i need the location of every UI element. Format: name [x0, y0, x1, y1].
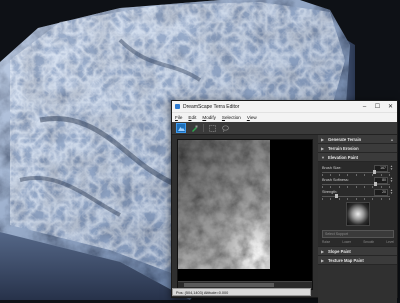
expand-icon: ▶ [321, 136, 325, 142]
chevron-up-icon[interactable]: ▲ [390, 137, 394, 142]
heightmap-canvas[interactable] [177, 139, 313, 290]
expand-icon: ▶ [321, 145, 325, 151]
maximize-button[interactable]: ☐ [371, 101, 384, 112]
elevation-paint-options: Brush Size: 167 ▲ ▼ Brush Softness: 80 ▲ ▼… [318, 162, 397, 247]
toolbar [172, 122, 397, 135]
rollout-terrain-erosion[interactable]: ▶ Terrain Erosion [318, 144, 397, 153]
brush-preview[interactable] [346, 202, 370, 226]
rollout-texture-map-paint[interactable]: ▶ Texture Map Paint [318, 256, 397, 265]
spinner-icon[interactable]: ▲ ▼ [390, 177, 393, 183]
strength-row: Strength: 20 ▲ ▼ [322, 188, 394, 200]
app-icon [175, 104, 180, 109]
rollout-label: Slope Paint [328, 248, 351, 254]
toolbar-separator [203, 124, 204, 132]
brush-softness-label: Brush Softness: [322, 178, 349, 182]
menu-view[interactable]: View [247, 115, 257, 120]
brush-tool-icon[interactable] [190, 124, 199, 133]
select-rectangle-icon[interactable] [208, 124, 217, 133]
close-button[interactable]: ✕ [384, 101, 397, 112]
heightmap-image[interactable] [178, 140, 270, 269]
collapse-icon: ▼ [321, 154, 325, 160]
brush-softness-row: Brush Softness: 80 ▲ ▼ [322, 176, 394, 188]
brush-size-label: Brush Size: [322, 166, 342, 170]
brush-mode-raise[interactable]: Raise [322, 240, 330, 244]
status-bar: Pos: (504,1403) Altitude=0.000 [172, 288, 311, 296]
menu-bar: File Edit Modify Selection View [172, 112, 397, 122]
panel-empty-area [318, 265, 397, 303]
brush-softness-slider[interactable] [322, 182, 390, 186]
expand-icon: ▶ [321, 248, 325, 254]
menu-modify[interactable]: Modify [202, 115, 216, 120]
rollout-label: Texture Map Paint [328, 257, 364, 263]
tool-panel: ▶ Generate Terrain ▲ ▶ Terrain Erosion ▼… [318, 135, 397, 303]
rollout-slope-paint[interactable]: ▶ Slope Paint [318, 247, 397, 256]
brush-size-slider[interactable] [322, 170, 390, 174]
menu-selection[interactable]: Selection [222, 115, 241, 120]
brush-size-row: Brush Size: 167 ▲ ▼ [322, 164, 394, 176]
rollout-label: Generate Terrain [328, 136, 362, 142]
brush-size-value[interactable]: 167 [374, 164, 388, 172]
lasso-icon[interactable] [221, 124, 230, 133]
strength-label: Strength: [322, 190, 338, 194]
title-bar[interactable]: DreamScape Terra Editor – ☐ ✕ [172, 101, 397, 112]
rollout-label: Terrain Erosion [328, 145, 359, 151]
expand-icon: ▶ [321, 257, 325, 263]
spinner-icon[interactable]: ▲ ▼ [390, 189, 393, 195]
terra-editor-window: DreamScape Terra Editor – ☐ ✕ File Edit … [171, 100, 398, 303]
menu-file[interactable]: File [175, 115, 182, 120]
minimize-button[interactable]: – [358, 101, 371, 112]
brush-mode-smooth[interactable]: Smooth [363, 240, 374, 244]
brush-mode-buttons: Raise Lower Smooth Level [322, 240, 394, 244]
terrain-tool-icon[interactable] [176, 123, 186, 133]
editor-client-area: Pos: (504,1403) Altitude=0.000 ▶ Generat… [172, 135, 397, 303]
rollout-label: Elevation Paint [328, 154, 359, 160]
spinner-icon[interactable]: ▲ ▼ [390, 165, 393, 171]
brush-mode-level[interactable]: Level [386, 240, 394, 244]
strength-value[interactable]: 20 [374, 188, 388, 196]
slider-ticks [322, 198, 390, 200]
menu-edit[interactable]: Edit [188, 115, 196, 120]
strength-slider[interactable] [322, 194, 390, 198]
rollout-elevation-paint[interactable]: ▼ Elevation Paint [318, 153, 397, 162]
scrollbar-thumb[interactable] [184, 283, 274, 287]
rollout-generate-terrain[interactable]: ▶ Generate Terrain ▲ [318, 135, 397, 144]
brush-mode-lower[interactable]: Lower [342, 240, 351, 244]
window-title: DreamScape Terra Editor [183, 103, 240, 110]
select-brush-field[interactable]: Select Support [322, 230, 394, 238]
